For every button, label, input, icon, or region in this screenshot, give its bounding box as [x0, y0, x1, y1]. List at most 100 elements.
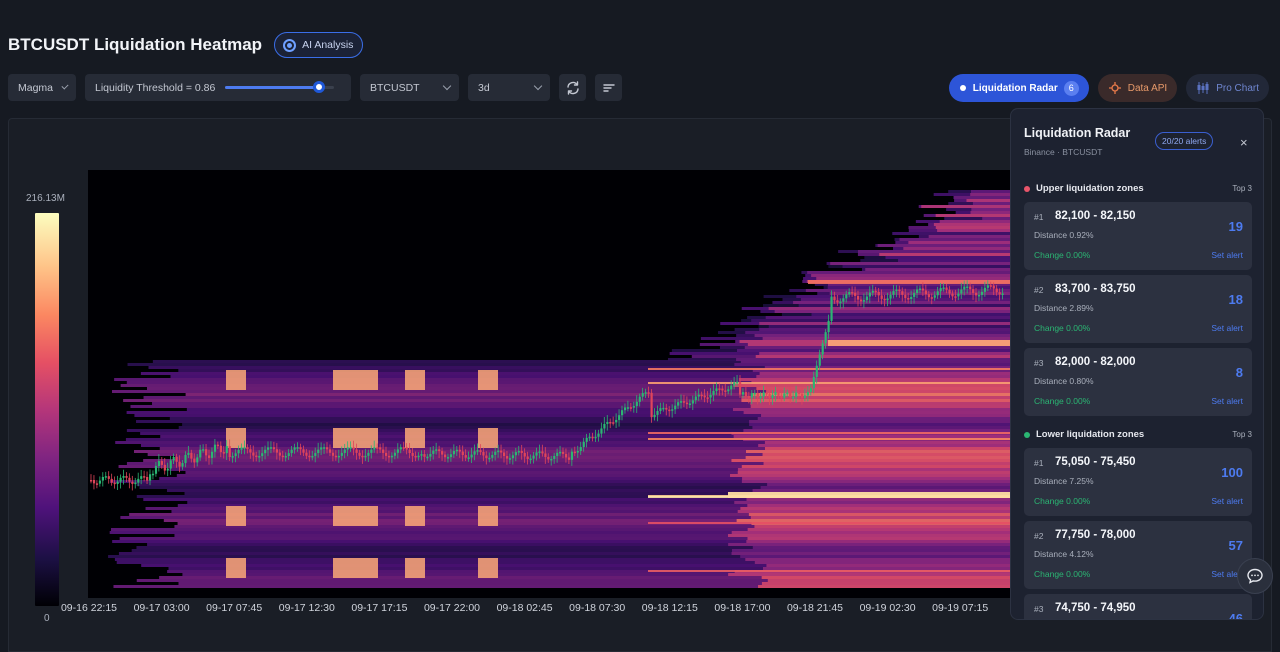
candle-body	[980, 291, 984, 295]
data-api-button[interactable]: Data API	[1097, 74, 1178, 102]
candle-body	[202, 449, 205, 451]
candle-body	[219, 445, 222, 453]
colormap-value: Magma	[18, 81, 54, 94]
candle-body	[361, 455, 364, 458]
candle-body	[553, 455, 556, 459]
candle-body	[402, 447, 405, 449]
chevron-down-icon	[61, 82, 69, 90]
zone-card[interactable]: #1 75,050 - 75,450 Distance 7.25% Change 0.…	[1024, 448, 1252, 516]
candle-body	[385, 452, 388, 456]
candle-body	[680, 401, 683, 403]
zone-card[interactable]: #3 74,750 - 74,950 46	[1024, 594, 1252, 619]
candle-body	[532, 455, 535, 459]
chat-button[interactable]	[1237, 558, 1273, 594]
heatmap-hot-block	[478, 506, 498, 526]
zone-card[interactable]: #2 83,700 - 83,750 Distance 2.89% Change 0.…	[1024, 275, 1252, 343]
liquidity-threshold-control: Liquidity Threshold = 0.86	[85, 74, 351, 101]
candle-body	[960, 289, 963, 294]
zone-card[interactable]: #3 82,000 - 82,000 Distance 0.80% Change 0.…	[1024, 348, 1252, 416]
candle-body	[320, 447, 323, 450]
candle-body	[190, 452, 193, 459]
heatmap-band	[937, 229, 1010, 232]
colormap-select[interactable]: Magma	[8, 74, 76, 101]
candle-body	[573, 451, 576, 454]
heatmap-band	[736, 519, 1010, 522]
slider-handle[interactable]	[312, 81, 325, 93]
candle-body	[765, 392, 768, 395]
candle-body	[420, 454, 423, 456]
upper-zones-header: Upper liquidation zones Top 3	[1024, 183, 1252, 194]
candle-body	[544, 453, 547, 457]
pro-chart-button[interactable]: Pro Chart	[1186, 74, 1269, 102]
candle-body	[299, 447, 302, 450]
set-alert-link[interactable]: Set alert	[1211, 396, 1243, 406]
candle-body	[228, 446, 231, 457]
upper-zone-dot-icon	[1024, 185, 1030, 192]
page-title: BTCUSDT Liquidation Heatmap	[8, 35, 263, 54]
candle-body	[727, 389, 730, 392]
candle-body	[331, 452, 335, 456]
alerts-badge: 20/20 alerts	[1155, 132, 1214, 150]
zone-distance: Distance 7.25%	[1034, 476, 1094, 486]
candle-body	[467, 457, 470, 459]
heatmap-hot-block	[226, 558, 246, 578]
sort-button[interactable]	[595, 74, 622, 101]
candlestick-icon	[1197, 82, 1209, 94]
candle-body	[287, 453, 290, 456]
heatmap-band	[760, 486, 1010, 489]
lower-zone-dot-icon	[1024, 431, 1030, 438]
candle-body	[567, 457, 571, 460]
candle-body	[857, 295, 860, 300]
heatmap-band	[728, 543, 1010, 546]
candle-body	[865, 296, 869, 301]
candle-body	[647, 392, 650, 394]
heatmap-band	[935, 226, 1010, 229]
zone-price-range: 83,700 - 83,750	[1055, 283, 1136, 295]
candle-body	[795, 392, 798, 397]
x-tick-label: 09-17 07:45	[206, 602, 263, 614]
zone-card[interactable]: #2 77,750 - 78,000 Distance 4.12% Change 0.…	[1024, 521, 1252, 589]
symbol-select[interactable]: BTCUSDT	[360, 74, 459, 101]
threshold-slider[interactable]	[225, 81, 334, 93]
candle-body	[296, 447, 299, 449]
ai-analysis-button[interactable]: AI Analysis	[274, 32, 364, 58]
zone-card[interactable]: #1 82,100 - 82,150 Distance 0.92% Change 0.…	[1024, 202, 1252, 270]
heatmap-band	[939, 220, 1010, 223]
refresh-button[interactable]	[559, 74, 586, 101]
zone-count: 18	[1228, 292, 1243, 307]
set-alert-link[interactable]: Set alert	[1211, 250, 1243, 260]
candle-body	[570, 451, 574, 460]
candle-body	[582, 441, 585, 448]
candle-body	[423, 454, 426, 457]
candle-body	[753, 392, 756, 395]
candle-body	[550, 458, 553, 461]
candle-body	[597, 433, 600, 437]
candle-body	[638, 396, 641, 402]
zone-distance: Distance 4.12%	[1034, 549, 1094, 559]
candle-body	[629, 407, 633, 409]
candle-body	[871, 290, 874, 293]
set-alert-link[interactable]: Set alert	[1211, 323, 1243, 333]
timeframe-select[interactable]: 3d	[468, 74, 550, 101]
candle-body	[272, 447, 276, 450]
candle-body	[172, 456, 175, 461]
heatmap-band	[830, 262, 1010, 265]
candle-body	[199, 449, 202, 458]
candle-body	[668, 409, 671, 412]
candle-body	[166, 468, 169, 471]
candle-body	[744, 392, 748, 397]
x-tick-label: 09-17 17:15	[351, 602, 408, 614]
heatmap-hot-band	[648, 570, 1010, 572]
close-icon[interactable]: ×	[1240, 135, 1248, 150]
set-alert-link[interactable]: Set alert	[1211, 496, 1243, 506]
candle-body	[284, 455, 287, 458]
candle-body	[479, 450, 482, 453]
candle-body	[936, 291, 939, 296]
candle-body	[641, 393, 644, 397]
liquidation-heatmap[interactable]	[88, 170, 1010, 598]
liquidation-radar-button[interactable]: Liquidation Radar 6	[948, 74, 1089, 102]
candle-body	[408, 449, 411, 454]
candle-body	[178, 461, 181, 467]
candle-body	[473, 451, 476, 455]
candle-body	[441, 451, 444, 455]
